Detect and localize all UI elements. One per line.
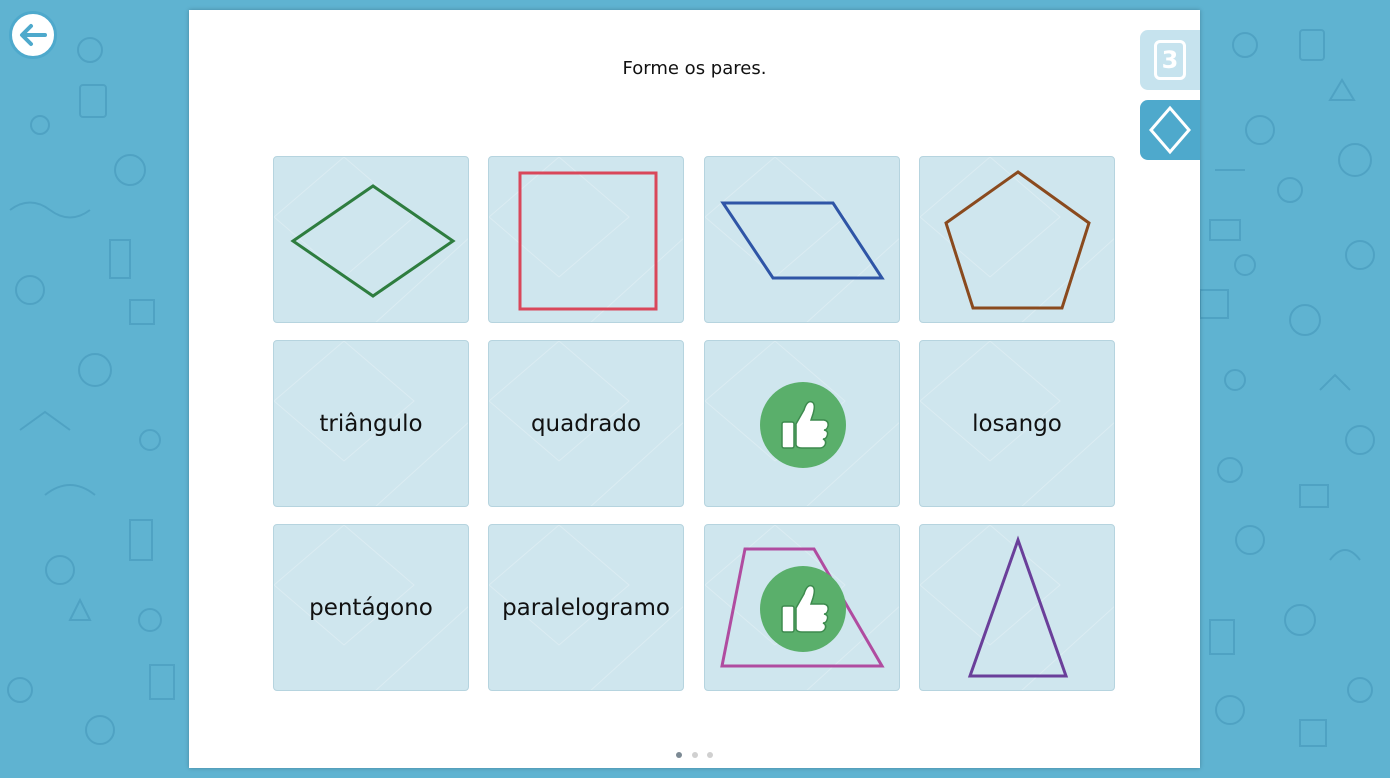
triangle-shape [967, 535, 1069, 678]
parallelogram-shape [720, 201, 885, 280]
card-word-triangulo[interactable]: triângulo [273, 340, 469, 507]
card-label: losango [972, 410, 1062, 437]
card-label: triângulo [319, 410, 423, 437]
page-dot-2[interactable] [691, 752, 698, 758]
exercise-panel: Forme os pares. triângulo quadrado losan… [189, 10, 1200, 768]
card-word-pentagono[interactable]: pentágono [273, 524, 469, 691]
instruction-text: Forme os pares. [622, 58, 767, 79]
card-word-paralelogramo[interactable]: paralelogramo [488, 524, 684, 691]
arrow-left-icon [20, 24, 47, 46]
card-word-losango[interactable]: losango [919, 340, 1115, 507]
card-label: paralelogramo [502, 594, 670, 621]
page-dot-1[interactable] [676, 752, 683, 758]
card-square[interactable] [488, 156, 684, 323]
back-button[interactable] [9, 11, 57, 59]
card-triangle[interactable] [919, 524, 1115, 691]
pagination-dots [189, 743, 1200, 762]
thumbs-up-icon [760, 566, 846, 652]
remaining-count: 3 [1154, 40, 1186, 80]
card-label: pentágono [309, 594, 433, 621]
card-trapezoid-matched[interactable] [704, 524, 900, 691]
page-dot-3[interactable] [706, 752, 713, 758]
card-label: quadrado [530, 410, 642, 437]
card-word-quadrado[interactable]: quadrado [488, 340, 684, 507]
card-matched[interactable] [704, 340, 900, 507]
shape-tab[interactable] [1140, 100, 1200, 160]
diamond-icon [1149, 105, 1191, 155]
thumbs-up-icon [760, 382, 846, 468]
square-shape [518, 171, 658, 311]
rhombus-shape [290, 184, 456, 298]
remaining-count-tab[interactable]: 3 [1140, 30, 1200, 90]
card-parallelogram[interactable] [704, 156, 900, 323]
pentagon-shape [944, 170, 1091, 310]
card-rhombus[interactable] [273, 156, 469, 323]
card-pentagon[interactable] [919, 156, 1115, 323]
